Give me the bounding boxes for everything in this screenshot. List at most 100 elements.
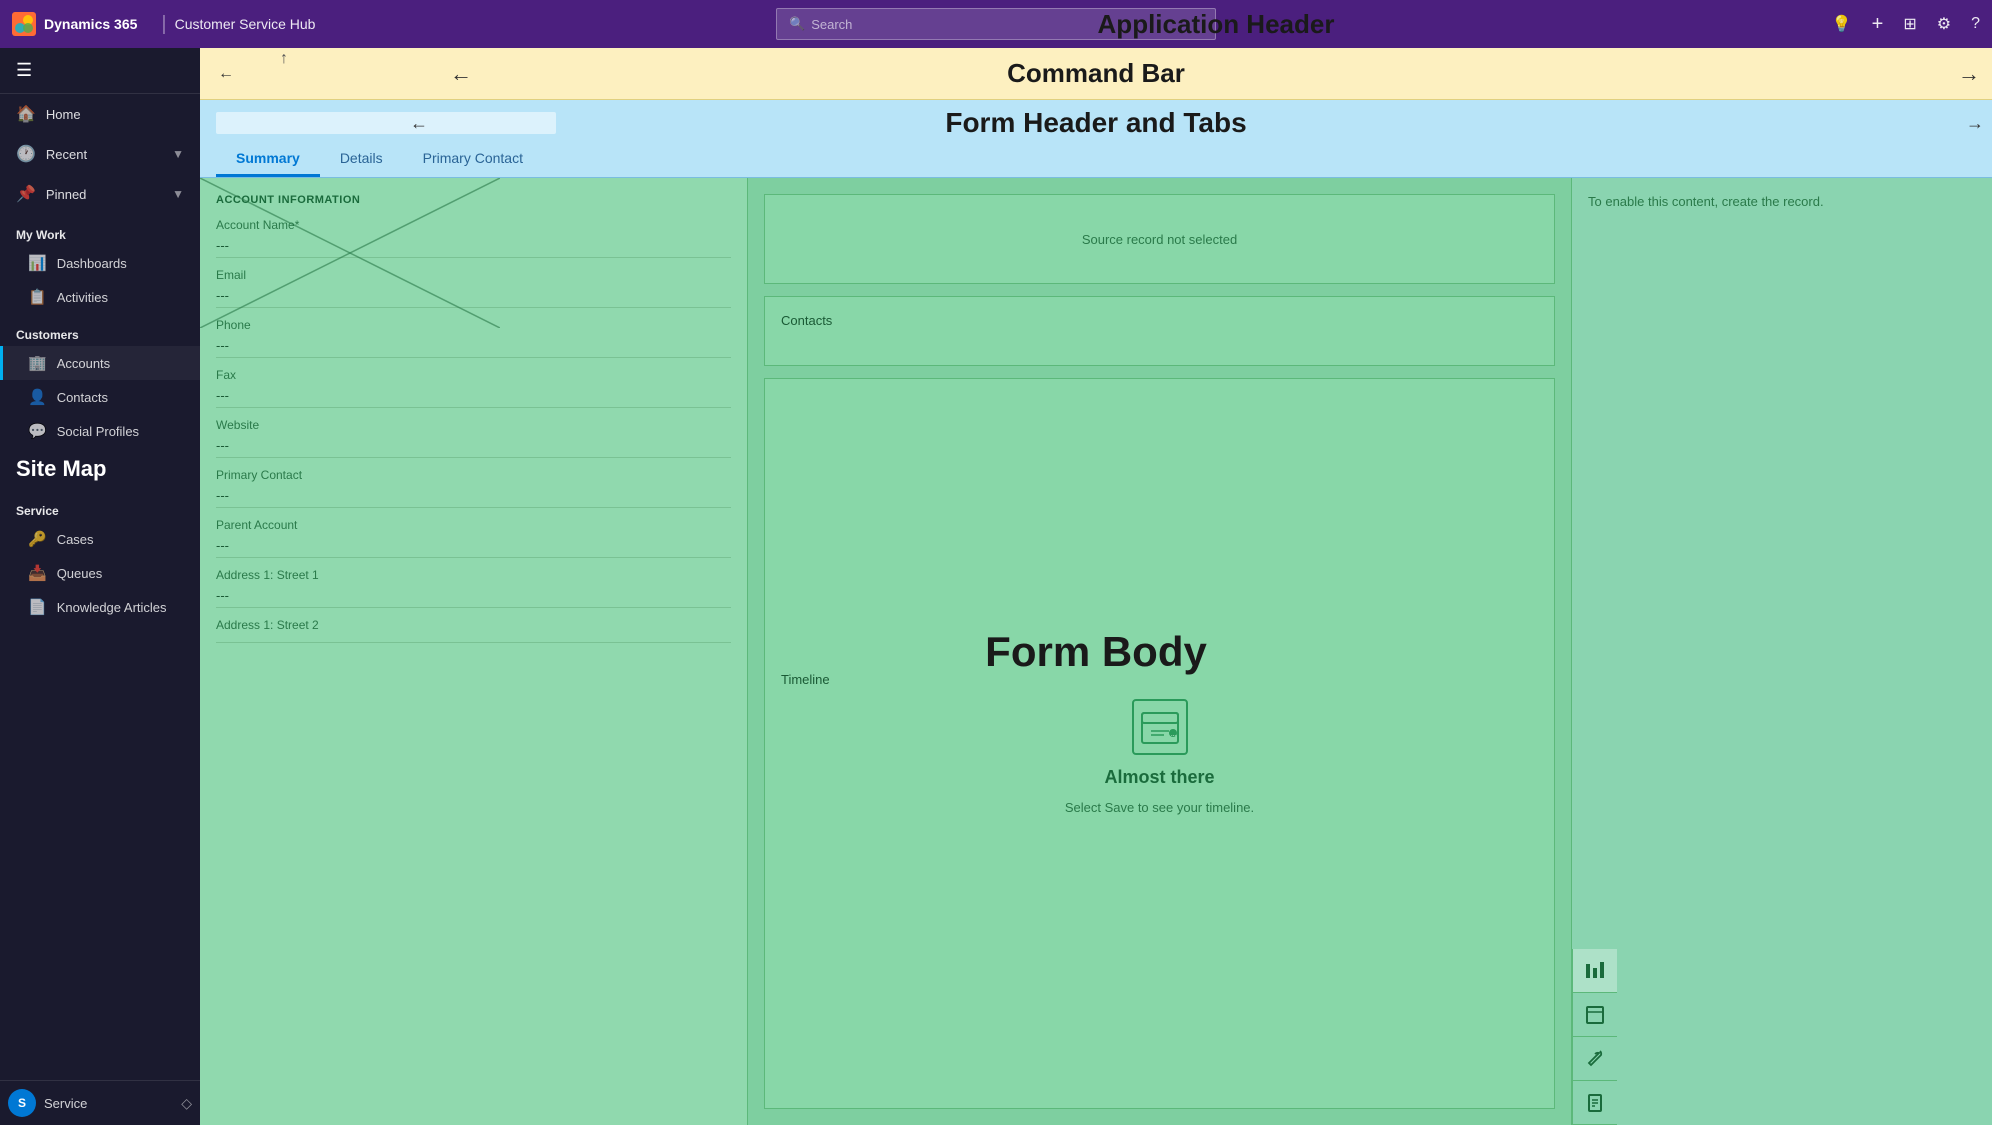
up-arrow-icon: ↑ <box>280 50 288 68</box>
accounts-icon: 🏢 <box>28 354 47 372</box>
dynamics-label: Dynamics 365 <box>44 16 137 32</box>
form-header: ← Form Header and Tabs → Summary Details… <box>200 100 1992 178</box>
field-phone: Phone --- <box>216 318 731 358</box>
lightbulb-icon[interactable]: 💡 <box>1832 14 1852 34</box>
filter-icon[interactable]: ⊞ <box>1903 14 1916 34</box>
sidebar-item-cases[interactable]: 🔑 Cases <box>0 522 200 556</box>
pinned-label: Pinned <box>46 187 86 202</box>
form-title-bar: ← Form Header and Tabs → <box>216 112 1976 134</box>
field-address-street2: Address 1: Street 2 <box>216 618 731 643</box>
cases-label: Cases <box>57 532 94 547</box>
back-button[interactable]: ← <box>212 60 240 88</box>
sidebar-item-activities[interactable]: 📋 Activities <box>0 280 200 314</box>
address-street2-value[interactable] <box>216 634 731 643</box>
form-title-placeholder <box>216 112 556 134</box>
footer-expand-icon[interactable]: ◇ <box>181 1095 192 1112</box>
source-record-text: Source record not selected <box>1082 232 1237 247</box>
almost-there-text: Almost there <box>1104 767 1214 788</box>
phone-value[interactable]: --- <box>216 334 731 358</box>
account-name-value[interactable]: --- <box>216 234 731 258</box>
sidebar-item-accounts[interactable]: 🏢 Accounts <box>0 346 200 380</box>
timeline-icon: ... <box>1132 699 1188 755</box>
header-center: 🔍 Search Application Header <box>776 8 1216 40</box>
social-profiles-label: Social Profiles <box>57 424 139 439</box>
timeline-box: Timeline ... Almost there <box>764 378 1555 1109</box>
form-tabs: Summary Details Primary Contact <box>216 142 1976 177</box>
phone-label: Phone <box>216 318 731 332</box>
field-email: Email --- <box>216 268 731 308</box>
website-value[interactable]: --- <box>216 434 731 458</box>
hamburger-icon[interactable]: ☰ <box>16 60 32 81</box>
fax-label: Fax <box>216 368 731 382</box>
window-icon-button[interactable] <box>1573 993 1617 1037</box>
activities-icon: 📋 <box>28 288 47 306</box>
sidebar-item-pinned[interactable]: 📌 Pinned ▼ <box>0 174 200 214</box>
sidebar-item-contacts[interactable]: 👤 Contacts <box>0 380 200 414</box>
sidebar-item-recent[interactable]: 🕐 Recent ▼ <box>0 134 200 174</box>
contacts-label: Contacts <box>57 390 108 405</box>
tab-details[interactable]: Details <box>320 142 403 177</box>
sidebar-top: ☰ <box>0 48 200 94</box>
source-record-box: Source record not selected <box>764 194 1555 284</box>
primary-contact-value[interactable]: --- <box>216 484 731 508</box>
form-body: Form Body ACCOUNT INFORMATION Account Na… <box>200 178 1992 1125</box>
sidebar-item-home[interactable]: 🏠 Home <box>0 94 200 134</box>
dashboards-label: Dashboards <box>57 256 127 271</box>
content-area: ← ↑ ← Command Bar → ← Form Header and T <box>200 48 1992 1125</box>
application-header: Dynamics 365 | Customer Service Hub 🔍 Se… <box>0 0 1992 48</box>
tab-summary[interactable]: Summary <box>216 142 320 177</box>
fax-value[interactable]: --- <box>216 384 731 408</box>
field-account-name: Account Name* --- <box>216 218 731 258</box>
app-root: Dynamics 365 | Customer Service Hub 🔍 Se… <box>0 0 1992 1125</box>
settings-icon[interactable]: ⚙ <box>1937 14 1951 34</box>
home-label: Home <box>46 107 81 122</box>
app-header-label: Application Header <box>1098 9 1335 39</box>
home-icon: 🏠 <box>16 104 36 124</box>
search-icon: 🔍 <box>789 16 805 32</box>
svg-text:...: ... <box>1171 732 1176 738</box>
field-address-street1: Address 1: Street 1 --- <box>216 568 731 608</box>
cmd-right-arrow: → <box>1958 61 1980 87</box>
contacts-box[interactable]: Contacts <box>764 296 1555 366</box>
address-street1-value[interactable]: --- <box>216 584 731 608</box>
sidebar-footer: S Service ◇ <box>0 1080 200 1125</box>
help-icon[interactable]: ? <box>1971 15 1980 33</box>
sidebar-item-social-profiles[interactable]: 💬 Social Profiles <box>0 414 200 448</box>
parent-account-value[interactable]: --- <box>216 534 731 558</box>
wrench-icon-button[interactable] <box>1573 1037 1617 1081</box>
website-label: Website <box>216 418 731 432</box>
knowledge-icon: 📄 <box>28 598 47 616</box>
pin-icon: 📌 <box>16 184 36 204</box>
site-map-label: Site Map <box>0 448 200 490</box>
right-panel-icons <box>1572 949 1992 1125</box>
address-street2-label: Address 1: Street 2 <box>216 618 731 632</box>
right-panel: To enable this content, create the recor… <box>1572 178 1992 1125</box>
command-bar: ← ↑ ← Command Bar → <box>200 48 1992 100</box>
field-website: Website --- <box>216 418 731 458</box>
sidebar-item-knowledge-articles[interactable]: 📄 Knowledge Articles <box>0 590 200 624</box>
enable-content-text: To enable this content, create the recor… <box>1588 194 1824 209</box>
dashboards-icon: 📊 <box>28 254 47 272</box>
account-info-panel: ACCOUNT INFORMATION Account Name* --- Em… <box>200 178 748 1125</box>
add-icon[interactable]: + <box>1872 13 1884 36</box>
recent-label: Recent <box>46 147 87 162</box>
social-profiles-icon: 💬 <box>28 422 47 440</box>
timeline-label: Timeline <box>781 672 830 687</box>
contacts-label: Contacts <box>781 313 832 328</box>
account-info-title: ACCOUNT INFORMATION <box>216 194 731 206</box>
field-primary-contact: Primary Contact --- <box>216 468 731 508</box>
activities-label: Activities <box>57 290 108 305</box>
email-value[interactable]: --- <box>216 284 731 308</box>
tab-primary-contact[interactable]: Primary Contact <box>403 142 543 177</box>
command-bar-label: Command Bar <box>1007 58 1185 89</box>
document-icon-button[interactable] <box>1573 1081 1617 1125</box>
sidebar-item-queues[interactable]: 📥 Queues <box>0 556 200 590</box>
chart-icon-button[interactable] <box>1573 949 1617 993</box>
cmd-left-arrow: ← <box>450 61 472 87</box>
field-fax: Fax --- <box>216 368 731 408</box>
sidebar-item-dashboards[interactable]: 📊 Dashboards <box>0 246 200 280</box>
back-icon: ← <box>218 65 234 82</box>
app-logo[interactable]: Dynamics 365 <box>12 12 137 36</box>
recent-icon: 🕐 <box>16 144 36 164</box>
pinned-expand-icon: ▼ <box>172 187 184 201</box>
